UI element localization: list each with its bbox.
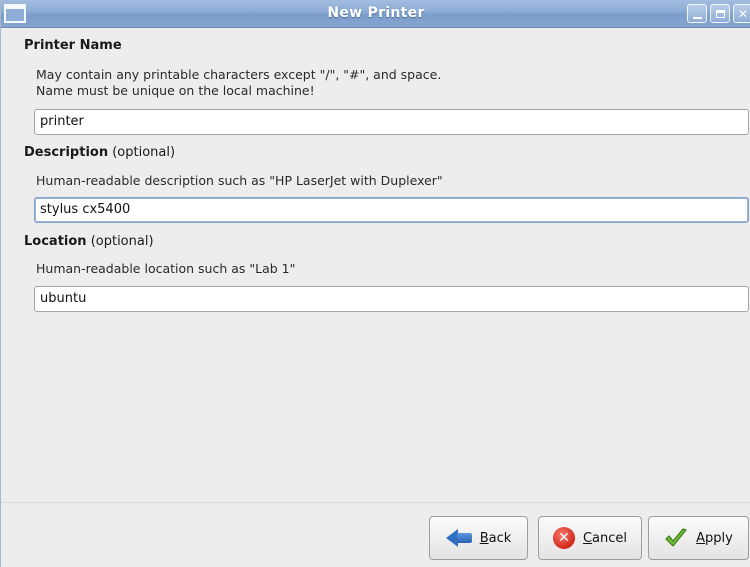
printer-name-hint-line2: Name must be unique on the local machine…	[36, 83, 315, 98]
close-button[interactable]: ✕	[733, 4, 750, 23]
back-button-label: Back	[479, 530, 512, 546]
title-bar[interactable]: New Printer ✕	[1, 0, 750, 28]
back-button[interactable]: Back	[429, 516, 528, 560]
location-heading: Location (optional)	[24, 234, 154, 249]
minimize-icon	[692, 16, 702, 19]
description-heading: Description (optional)	[24, 145, 175, 160]
description-optional-label: (optional)	[108, 145, 176, 160]
checkmark-icon	[664, 527, 688, 549]
maximize-button[interactable]	[710, 4, 730, 23]
cancel-button[interactable]: ✕ Cancel	[538, 516, 642, 560]
printer-name-heading: Printer Name	[24, 38, 122, 53]
cancel-button-label: Cancel	[582, 530, 628, 546]
description-heading-label: Description	[24, 145, 109, 160]
location-optional-label: (optional)	[86, 234, 154, 249]
location-hint: Human-readable location such as "Lab 1"	[36, 261, 296, 276]
printer-name-field[interactable]: printer	[34, 109, 749, 135]
close-icon: ✕	[737, 6, 749, 21]
apply-button-label: Apply	[696, 530, 733, 546]
printer-name-hint: May contain any printable characters exc…	[36, 67, 441, 99]
printer-name-heading-label: Printer Name	[24, 38, 122, 53]
description-hint: Human-readable description such as "HP L…	[36, 173, 443, 188]
window-title: New Printer	[327, 5, 425, 21]
minimize-button[interactable]	[687, 4, 707, 23]
cancel-icon: ✕	[552, 527, 575, 549]
location-field[interactable]: ubuntu	[34, 286, 749, 312]
location-heading-label: Location	[24, 234, 87, 249]
new-printer-dialog: New Printer ✕ Printer Name May contain a…	[0, 0, 750, 567]
printer-name-hint-line1: May contain any printable characters exc…	[36, 67, 442, 82]
button-bar-separator	[1, 502, 750, 503]
back-arrow-icon	[445, 528, 472, 548]
apply-button[interactable]: Apply	[648, 516, 749, 560]
description-field[interactable]: stylus cx5400	[34, 197, 749, 223]
maximize-icon	[715, 9, 725, 18]
